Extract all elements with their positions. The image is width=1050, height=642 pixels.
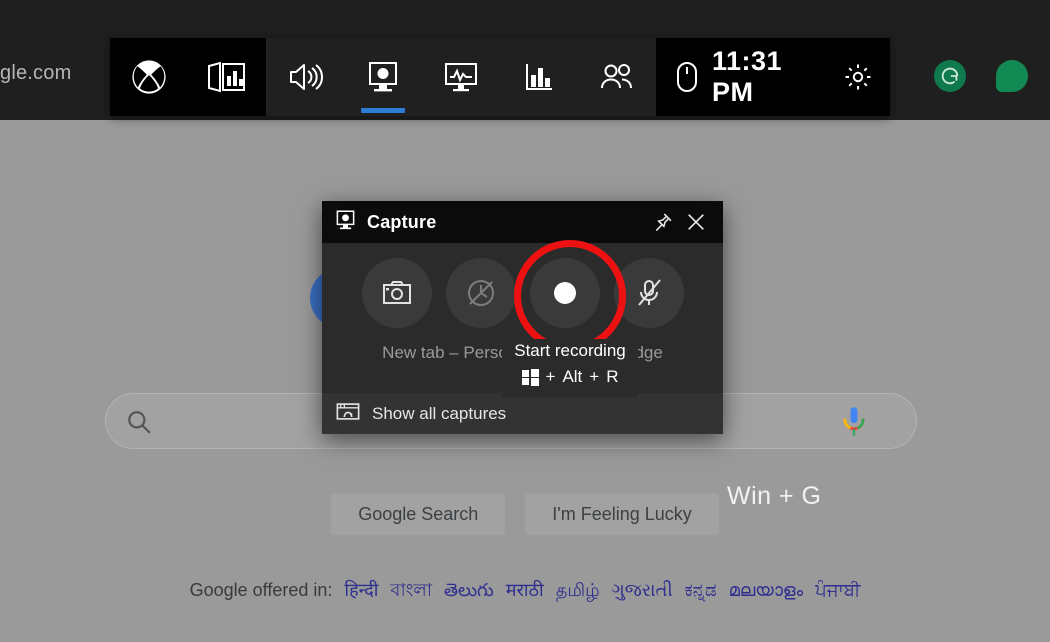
pin-icon[interactable] (645, 205, 679, 239)
capture-widget-header: Capture (322, 201, 723, 243)
capture-widget-title: Capture (367, 211, 437, 232)
microphone-muted-icon (637, 279, 661, 306)
toggle-microphone-button[interactable] (613, 258, 684, 328)
xbox-social-icon[interactable] (578, 38, 656, 116)
gear-icon[interactable] (844, 63, 872, 91)
language-link-marathi[interactable]: मराठी (506, 580, 544, 600)
capture-widget: Capture New tab – Personal Edge Show all… (322, 201, 723, 434)
audio-icon[interactable] (266, 38, 344, 116)
language-link-tamil[interactable]: தமிழ் (556, 580, 600, 600)
capture-icon[interactable] (344, 38, 422, 116)
language-link-hindi[interactable]: हिन्दी (344, 580, 378, 600)
green-dot-extension-icon[interactable] (996, 60, 1028, 92)
mouse-icon[interactable] (676, 61, 698, 93)
language-link-gujarati[interactable]: ગુજરાતી (612, 580, 673, 600)
xbox-logo-icon[interactable] (110, 38, 188, 116)
language-link-kannada[interactable]: ಕನ್ನಡ (685, 580, 717, 600)
win-g-hint: Win + G (727, 482, 822, 510)
voice-search-icon[interactable] (840, 405, 868, 439)
language-link-bengali[interactable]: বাংলা (390, 580, 432, 600)
tooltip-title: Start recording (514, 341, 626, 360)
record-last-disabled-icon (467, 280, 494, 306)
language-link-telugu[interactable]: తెలుగు (444, 580, 494, 600)
google-search-button[interactable]: Google Search (331, 493, 506, 535)
xbox-game-bar-toolbar: 11:31 PM (110, 38, 890, 116)
show-all-captures-button[interactable]: Show all captures (322, 393, 723, 434)
record-last-30-seconds-button (445, 258, 516, 328)
tooltip-shortcut: + Alt + R (502, 367, 638, 387)
capture-icon (336, 210, 355, 235)
language-link-punjabi[interactable]: ਪੰਜਾਬੀ (815, 580, 860, 600)
grammarly-extension-icon[interactable] (934, 60, 966, 92)
tooltip-plus-1: + (545, 367, 556, 386)
offered-label: Google offered in: (189, 580, 333, 600)
windows-key-icon (521, 368, 539, 386)
widget-menu-icon[interactable] (188, 38, 266, 116)
google-buttons: Google Search I'm Feeling Lucky (0, 493, 1050, 535)
clock-time: 11:31 PM (712, 46, 783, 107)
camera-icon (382, 281, 411, 304)
start-recording-tooltip: Start recording + Alt + R (502, 339, 638, 397)
start-recording-button[interactable] (529, 258, 600, 328)
tooltip-r-key: R (606, 367, 619, 386)
gamebar-widget-group (266, 38, 656, 116)
language-link-malayalam[interactable]: മലയാളം (729, 580, 804, 600)
record-dot-icon (553, 282, 576, 304)
extension-icons (934, 60, 1028, 92)
tooltip-alt-key: Alt (562, 367, 583, 386)
tooltip-plus-2: + (589, 367, 600, 386)
gamebar-status-group: 11:31 PM (656, 38, 890, 116)
address-bar-text[interactable]: gle.com (0, 62, 110, 85)
gamebar-left-group (110, 38, 266, 116)
search-icon (128, 411, 151, 434)
take-screenshot-button[interactable] (361, 258, 432, 328)
google-offered-in: Google offered in: हिन्दी বাংলা తెలుగు मराठी… (0, 576, 1050, 607)
gallery-icon (336, 402, 360, 426)
show-all-captures-label: Show all captures (372, 403, 507, 423)
close-icon[interactable] (679, 205, 713, 239)
feeling-lucky-button[interactable]: I'm Feeling Lucky (525, 493, 719, 535)
capture-actions-row (322, 251, 723, 335)
performance-icon[interactable] (422, 38, 500, 116)
resources-icon[interactable] (500, 38, 578, 116)
